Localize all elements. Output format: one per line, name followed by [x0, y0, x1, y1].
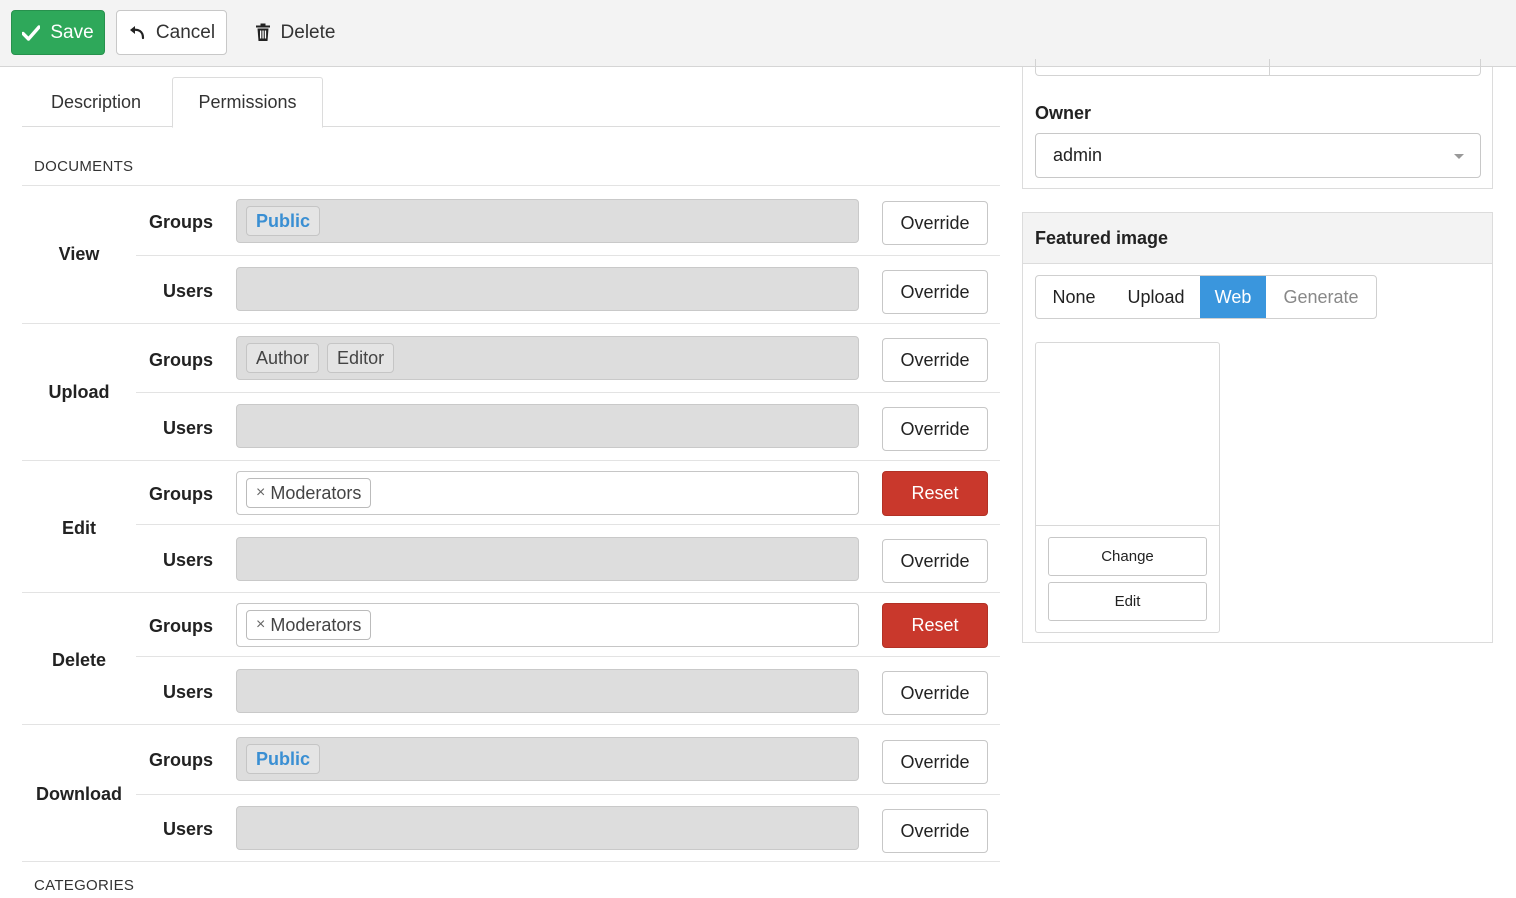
remove-tag-icon[interactable]: ×	[256, 616, 265, 634]
users-field	[236, 669, 859, 713]
tab-description[interactable]: Description	[22, 77, 170, 127]
source-option-upload[interactable]: Upload	[1112, 276, 1200, 318]
delete-label: Delete	[280, 21, 336, 43]
row-divider	[136, 794, 1000, 795]
override-users-button[interactable]: Override	[882, 809, 988, 853]
group-tag: Editor	[327, 343, 395, 373]
users-field	[236, 404, 859, 448]
permission-name: View	[58, 244, 100, 264]
permission-download: Download Groups Public Override Users Ov…	[22, 724, 1000, 862]
override-groups-button[interactable]: Override	[882, 338, 988, 382]
group-tag: × Moderators	[246, 610, 372, 640]
permission-delete: Delete Groups × Moderators Reset Users O…	[22, 592, 1000, 724]
users-field	[236, 267, 859, 311]
override-users-button[interactable]: Override	[882, 407, 988, 451]
image-preview	[1036, 343, 1219, 526]
tab-bar: Description Permissions	[22, 77, 1000, 128]
cancel-label: Cancel	[155, 21, 216, 43]
edit-image-button[interactable]: Edit	[1048, 582, 1207, 621]
groups-label: Groups	[148, 750, 213, 770]
group-tag: Public	[246, 744, 321, 774]
source-option-none[interactable]: None	[1036, 276, 1112, 318]
featured-image-title: Featured image	[1023, 213, 1492, 264]
row-divider	[136, 656, 1000, 657]
users-label: Users	[162, 819, 213, 839]
override-users-button[interactable]: Override	[882, 671, 988, 715]
cancel-button[interactable]: Cancel	[116, 10, 227, 55]
owner-value: admin	[1053, 145, 1103, 165]
featured-image-panel: Featured image None Upload Web Generate …	[1022, 212, 1493, 643]
section-title-categories: CATEGORIES	[34, 877, 135, 894]
users-field	[236, 537, 859, 581]
reset-groups-button[interactable]: Reset	[882, 471, 988, 516]
users-field	[236, 806, 859, 850]
row-divider	[136, 392, 1000, 393]
source-option-web[interactable]: Web	[1200, 276, 1266, 318]
groups-field[interactable]: × Moderators	[236, 603, 859, 647]
groups-field: Author Editor	[236, 336, 859, 380]
image-preview-card: Change Edit	[1035, 342, 1220, 633]
change-image-button[interactable]: Change	[1048, 537, 1207, 576]
groups-label: Groups	[148, 212, 213, 232]
row-divider	[136, 255, 1000, 256]
override-users-button[interactable]: Override	[882, 270, 988, 314]
source-option-generate[interactable]: Generate	[1266, 276, 1376, 318]
section-title-documents: DOCUMENTS	[34, 158, 134, 175]
group-tag-label: Moderators	[270, 614, 362, 635]
permission-name: Download	[36, 784, 122, 804]
group-tag: Public	[246, 206, 321, 236]
permission-edit: Edit Groups × Moderators Reset Users Ove…	[22, 460, 1000, 592]
save-label: Save	[50, 21, 94, 43]
delete-button[interactable]: Delete	[245, 10, 345, 55]
image-source-selector: None Upload Web Generate	[1035, 275, 1377, 319]
groups-label: Groups	[148, 350, 213, 370]
users-label: Users	[162, 418, 213, 438]
partial-input-group[interactable]	[1035, 59, 1481, 76]
users-label: Users	[162, 682, 213, 702]
groups-field[interactable]: × Moderators	[236, 471, 859, 515]
remove-tag-icon[interactable]: ×	[256, 484, 265, 502]
group-tag: × Moderators	[246, 478, 372, 508]
save-button[interactable]: Save	[11, 10, 105, 55]
permission-name: Edit	[62, 518, 96, 538]
permission-upload: Upload Groups Author Editor Override Use…	[22, 323, 1000, 461]
reset-groups-button[interactable]: Reset	[882, 603, 988, 648]
groups-field: Public	[236, 199, 859, 243]
undo-icon	[129, 25, 145, 39]
tab-permissions[interactable]: Permissions	[172, 77, 323, 128]
toolbar: Save Cancel Delete	[0, 0, 1516, 67]
row-divider	[136, 524, 1000, 525]
checkmark-icon	[22, 24, 41, 41]
permission-name: Upload	[48, 382, 110, 402]
group-tag: Author	[246, 343, 320, 373]
permission-view: View Groups Public Override Users Overri…	[22, 185, 1000, 323]
groups-field: Public	[236, 737, 859, 781]
permission-name: Delete	[51, 650, 107, 670]
caret-down-icon	[1454, 154, 1464, 159]
trash-icon	[255, 23, 270, 41]
users-label: Users	[162, 550, 213, 570]
owner-select[interactable]: admin	[1035, 133, 1481, 178]
settings-panel: Owner admin	[1022, 59, 1493, 189]
input-divider	[1269, 59, 1270, 75]
group-tag-label: Moderators	[270, 482, 362, 503]
groups-label: Groups	[148, 616, 213, 636]
users-label: Users	[162, 281, 213, 301]
groups-label: Groups	[148, 484, 213, 504]
override-users-button[interactable]: Override	[882, 539, 988, 583]
owner-label: Owner	[1035, 103, 1092, 123]
override-groups-button[interactable]: Override	[882, 740, 988, 784]
override-groups-button[interactable]: Override	[882, 201, 988, 245]
